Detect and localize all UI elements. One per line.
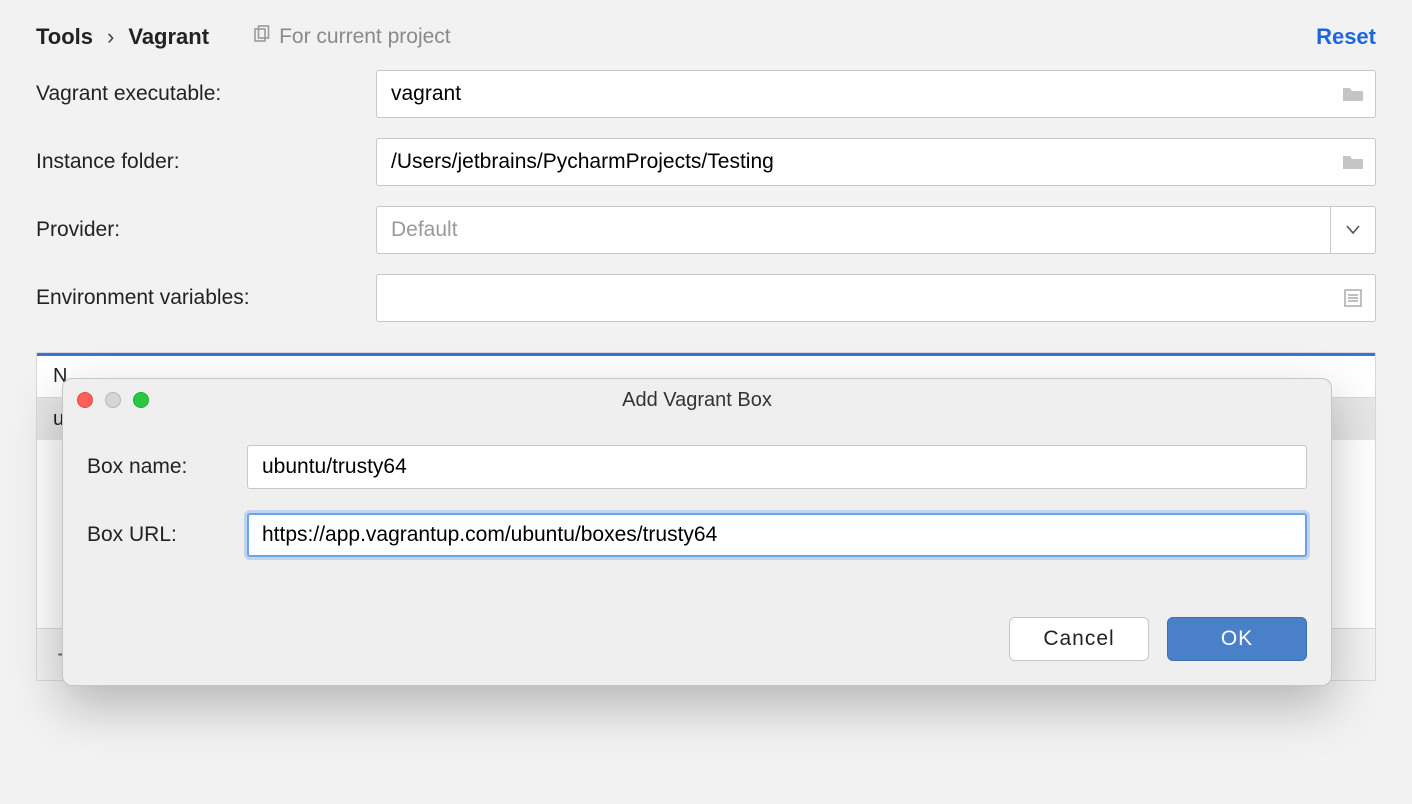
chevron-down-icon[interactable] [1330,206,1376,254]
box-url-label: Box URL: [87,523,247,547]
row-executable: Vagrant executable: [36,70,1376,118]
list-icon[interactable] [1331,275,1375,321]
dialog-body: Box name: Box URL: [63,421,1331,589]
instance-folder-input[interactable] [377,139,1331,185]
breadcrumb-sep: › [107,24,114,50]
scope-label: For current project [279,25,451,49]
instance-folder-field [376,138,1376,186]
box-url-input[interactable] [247,513,1307,557]
box-name-input[interactable] [247,445,1307,489]
dialog-title: Add Vagrant Box [63,389,1331,412]
dialog-titlebar: Add Vagrant Box [63,379,1331,421]
env-vars-label: Environment variables: [36,286,376,310]
breadcrumb: Tools › Vagrant [36,24,209,50]
scope-indicator: For current project [253,25,451,49]
ok-button[interactable]: OK [1167,617,1307,661]
settings-header: Tools › Vagrant For current project Rese… [0,0,1412,70]
provider-value: Default [376,206,1330,254]
cancel-button[interactable]: Cancel [1009,617,1149,661]
copy-icon [253,25,271,49]
add-vagrant-box-dialog: Add Vagrant Box Box name: Box URL: Cance… [62,378,1332,686]
reset-button[interactable]: Reset [1316,24,1376,50]
folder-icon[interactable] [1331,139,1375,185]
provider-dropdown[interactable]: Default [376,206,1376,254]
dialog-buttons: Cancel OK [63,589,1331,685]
row-env-vars: Environment variables: [36,274,1376,322]
row-provider: Provider: Default [36,206,1376,254]
executable-label: Vagrant executable: [36,82,376,106]
executable-input[interactable] [377,71,1331,117]
zoom-icon[interactable] [133,392,149,408]
instance-folder-label: Instance folder: [36,150,376,174]
env-vars-field [376,274,1376,322]
row-instance-folder: Instance folder: [36,138,1376,186]
vagrant-settings-form: Vagrant executable: Instance folder: Pro… [0,70,1412,322]
window-controls [77,392,149,408]
row-box-name: Box name: [87,445,1307,489]
box-name-label: Box name: [87,455,247,479]
env-vars-input[interactable] [377,275,1331,321]
breadcrumb-current: Vagrant [128,24,209,50]
folder-icon[interactable] [1331,71,1375,117]
minimize-icon [105,392,121,408]
provider-label: Provider: [36,218,376,242]
row-box-url: Box URL: [87,513,1307,557]
breadcrumb-root[interactable]: Tools [36,24,93,50]
executable-field [376,70,1376,118]
close-icon[interactable] [77,392,93,408]
